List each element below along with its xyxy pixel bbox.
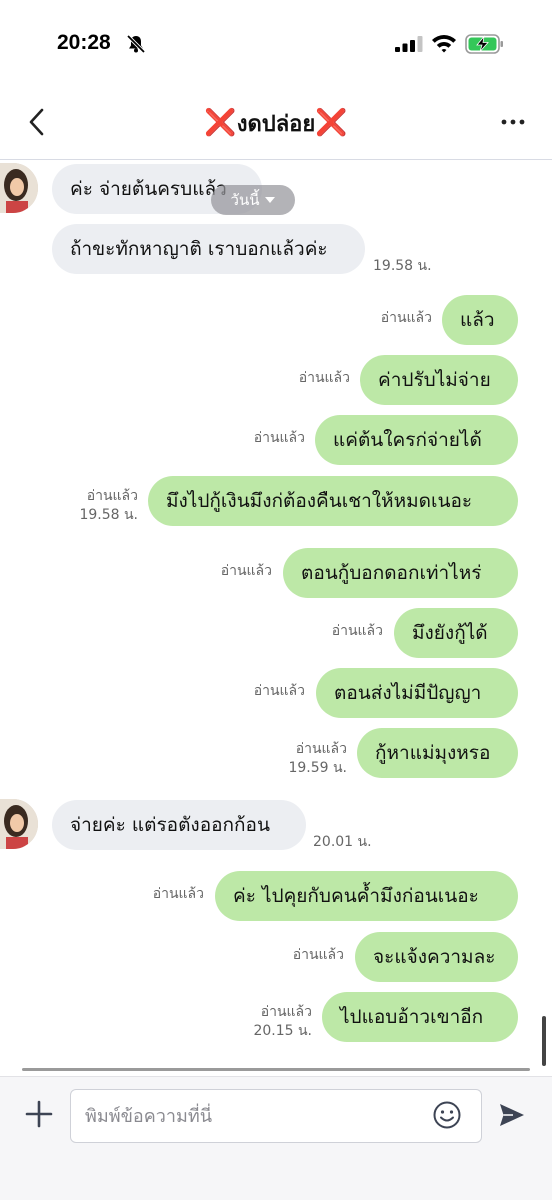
scrollbar[interactable] bbox=[542, 1016, 546, 1066]
message-text: ตอนกู้บอกดอกเท่าไหร่ bbox=[301, 561, 482, 584]
message-text: ตอนส่งไม่มีปัญญา bbox=[334, 681, 482, 704]
message-text: ค่ะ ไปคุยกับคนค้ำมึงก่อนเนอะ bbox=[233, 884, 479, 907]
smiley-icon[interactable] bbox=[432, 1100, 462, 1130]
cross-mark-icon: ❌ bbox=[204, 108, 237, 138]
message-text: แล้ว bbox=[460, 308, 495, 331]
message-text: กู้หาแม่มุงหรอ bbox=[375, 741, 491, 764]
outgoing-message-bubble[interactable]: กู้หาแม่มุงหรอ bbox=[357, 728, 518, 778]
read-receipt: อ่านแล้ว 20.15 น. bbox=[253, 1004, 312, 1039]
read-receipt: อ่านแล้ว bbox=[292, 947, 344, 963]
outgoing-message-bubble[interactable]: ค่ะ ไปคุยกับคนค้ำมึงก่อนเนอะ bbox=[215, 871, 518, 921]
read-receipt: อ่านแล้ว 19.59 น. bbox=[288, 741, 347, 776]
date-chip-label: วันนี้ bbox=[230, 191, 260, 209]
chat-title: ❌งดปล่อย❌ bbox=[0, 106, 552, 141]
message-text: แค่ต้นใครก่จ่ายได้ bbox=[333, 428, 482, 451]
outgoing-message-bubble[interactable]: มึงยังกู้ได้ bbox=[394, 608, 518, 658]
divider bbox=[22, 1068, 530, 1071]
message-text: ไปแอบอ้าวเขาอีก bbox=[340, 1005, 484, 1028]
outgoing-message-bubble[interactable]: ไปแอบอ้าวเขาอีก bbox=[322, 992, 518, 1042]
plus-button[interactable] bbox=[24, 1099, 54, 1129]
avatar[interactable] bbox=[0, 163, 38, 213]
outgoing-message-bubble[interactable]: ตอนส่งไม่มีปัญญา bbox=[316, 668, 518, 718]
wifi-icon bbox=[432, 35, 456, 53]
read-receipt: อ่านแล้ว 19.58 น. bbox=[79, 488, 138, 523]
message-text: จ่ายค่ะ แต่รอตังออกก้อน bbox=[70, 813, 270, 836]
outgoing-message-bubble[interactable]: มึงไปกู้เงินมึงก่ต้องคืนเชาให้หมดเนอะ bbox=[148, 476, 518, 526]
read-receipt: อ่านแล้ว bbox=[253, 683, 305, 699]
incoming-message-bubble[interactable]: ถ้าขะทักหาญาติ เราบอกแล้วค่ะ bbox=[52, 224, 365, 274]
outgoing-message-bubble[interactable]: แค่ต้นใครก่จ่ายได้ bbox=[315, 415, 518, 465]
read-receipt: อ่านแล้ว bbox=[298, 370, 350, 386]
message-input[interactable] bbox=[70, 1089, 482, 1143]
battery-charging-icon bbox=[465, 34, 503, 54]
chat-title-text: งดปล่อย bbox=[236, 112, 316, 137]
outgoing-message-bubble[interactable]: ค่าปรับไม่จ่าย bbox=[360, 355, 518, 405]
bell-slash-icon bbox=[126, 34, 146, 54]
read-receipt: อ่านแล้ว bbox=[253, 430, 305, 446]
read-receipt: อ่านแล้ว bbox=[152, 886, 204, 902]
incoming-message-bubble[interactable]: จ่ายค่ะ แต่รอตังออกก้อน bbox=[52, 800, 306, 850]
cross-mark-icon: ❌ bbox=[315, 108, 348, 138]
read-receipt: อ่านแล้ว bbox=[220, 563, 272, 579]
outgoing-message-bubble[interactable]: ตอนกู้บอกดอกเท่าไหร่ bbox=[283, 548, 518, 598]
send-button[interactable] bbox=[498, 1101, 526, 1129]
chat-message-list[interactable]: ค่ะ จ่ายต้นครบแล้ว วันนี้ ถ้าขะทักหาญาติ… bbox=[0, 161, 552, 1071]
outgoing-message-bubble[interactable]: จะแจ้งความละ bbox=[355, 932, 518, 982]
status-time: 20:28 bbox=[57, 31, 111, 54]
message-text: จะแจ้งความละ bbox=[373, 945, 496, 968]
more-options-button[interactable] bbox=[498, 110, 528, 134]
message-composer bbox=[0, 1076, 552, 1200]
status-bar: 20:28 bbox=[0, 0, 552, 90]
chat-header: ❌งดปล่อย❌ bbox=[0, 90, 552, 160]
read-receipt: อ่านแล้ว bbox=[331, 623, 383, 639]
caret-down-icon bbox=[265, 197, 276, 203]
message-text: มึงไปกู้เงินมึงก่ต้องคืนเชาให้หมดเนอะ bbox=[166, 489, 473, 512]
message-time: 19.58 น. bbox=[373, 258, 432, 274]
avatar[interactable] bbox=[0, 799, 38, 849]
message-text: ถ้าขะทักหาญาติ เราบอกแล้วค่ะ bbox=[70, 237, 328, 260]
outgoing-message-bubble[interactable]: แล้ว bbox=[442, 295, 518, 345]
message-time: 20.01 น. bbox=[313, 834, 372, 850]
read-receipt: อ่านแล้ว bbox=[380, 310, 432, 326]
cellular-signal-icon bbox=[395, 36, 423, 52]
message-text: ค่าปรับไม่จ่าย bbox=[378, 368, 491, 391]
message-text: ค่ะ จ่ายต้นครบแล้ว bbox=[70, 177, 227, 200]
date-chip[interactable]: วันนี้ bbox=[211, 185, 295, 215]
message-text: มึงยังกู้ได้ bbox=[412, 621, 488, 644]
